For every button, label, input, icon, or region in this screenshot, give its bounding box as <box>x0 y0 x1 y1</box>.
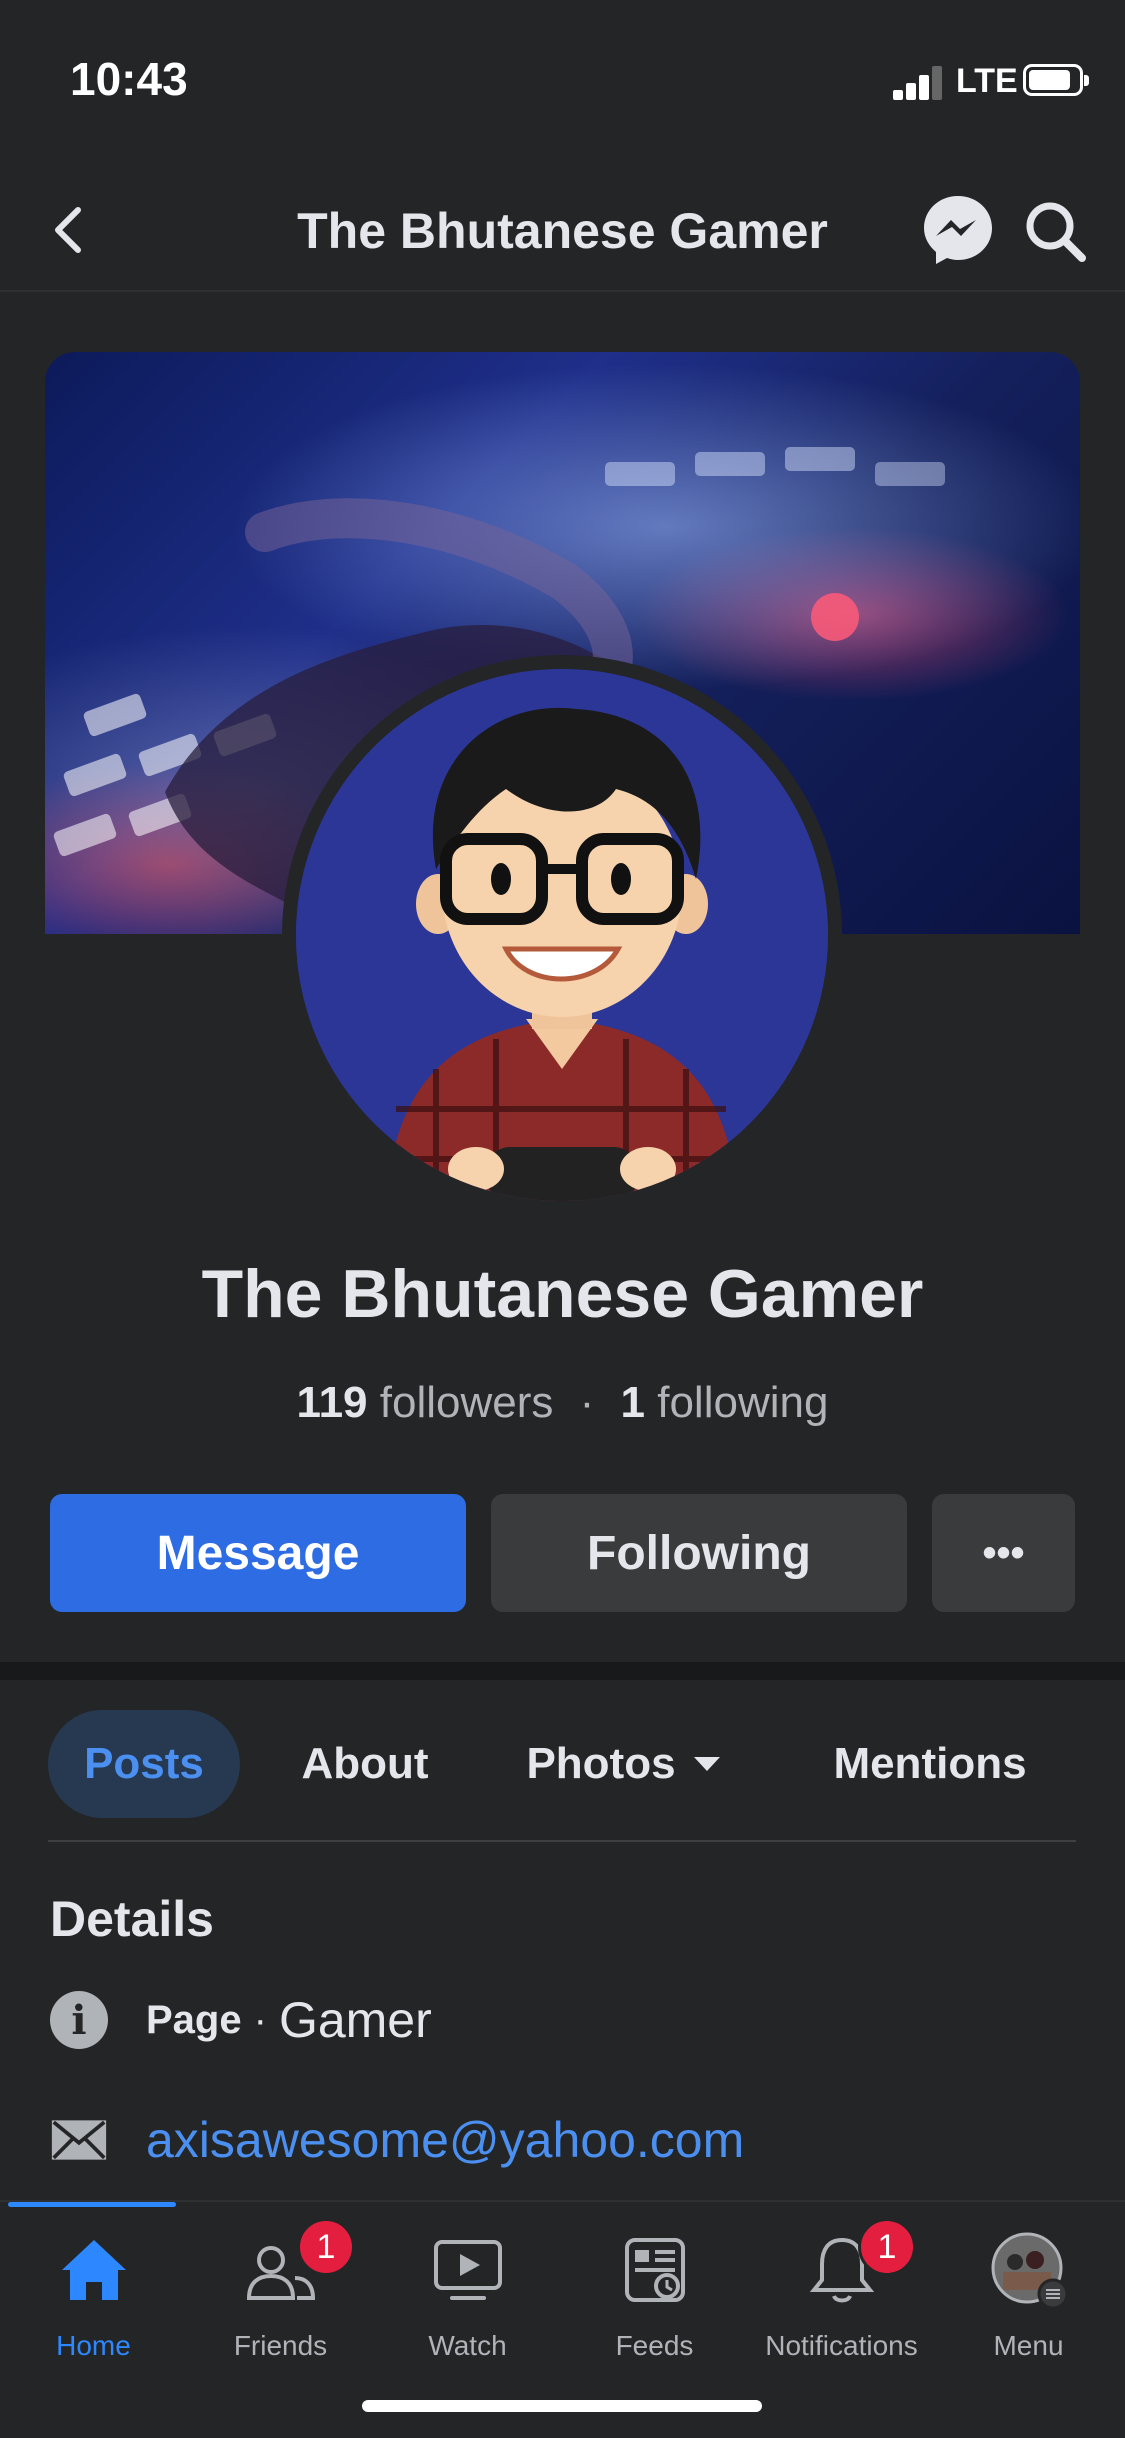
messenger-icon[interactable] <box>920 192 996 268</box>
detail-category-row: i Page · Gamer <box>50 1985 432 2055</box>
menu-avatar-icon <box>991 2232 1067 2308</box>
feeds-icon <box>624 2238 685 2302</box>
tab-photos-label: Photos <box>526 1739 676 1788</box>
home-indicator <box>362 2400 762 2412</box>
followers-label[interactable]: followers <box>380 1378 554 1427</box>
friends-badge: 1 <box>297 2218 355 2276</box>
battery-icon <box>1023 64 1089 96</box>
network-type: LTE <box>956 62 1018 100</box>
message-button[interactable]: Message <box>50 1494 466 1612</box>
tab-posts[interactable]: Posts <box>48 1710 240 1818</box>
nav-home[interactable]: Home <box>0 2232 187 2372</box>
tab-mentions[interactable]: Mentions <box>810 1710 1050 1818</box>
gamer-cartoon-avatar <box>296 669 828 1201</box>
follow-separator: · <box>579 1378 595 1427</box>
active-tab-indicator <box>8 2202 176 2207</box>
section-divider <box>0 1662 1125 1680</box>
search-icon[interactable] <box>1020 196 1090 266</box>
nav-menu[interactable]: Menu <box>935 2232 1122 2372</box>
top-navigation: The Bhutanese Gamer <box>0 170 1125 292</box>
profile-avatar[interactable] <box>296 669 828 1201</box>
followers-count[interactable]: 119 <box>297 1378 368 1427</box>
following-label[interactable]: following <box>657 1378 828 1427</box>
home-icon <box>61 2240 126 2300</box>
nav-notifications-label: Notifications <box>765 2330 918 2361</box>
nav-menu-label: Menu <box>993 2330 1064 2361</box>
status-bar: 10:43 LTE <box>0 0 1125 150</box>
tab-photos[interactable]: Photos <box>510 1710 740 1818</box>
nav-friends-label: Friends <box>233 2330 328 2361</box>
battery-level <box>1029 70 1070 90</box>
detail-category-value: Gamer <box>278 1992 432 2048</box>
following-button[interactable]: Following <box>491 1494 907 1612</box>
signal-icon <box>893 66 943 100</box>
tabs-divider <box>48 1840 1076 1842</box>
status-time: 10:43 <box>70 53 188 105</box>
nav-feeds[interactable]: Feeds <box>561 2232 748 2372</box>
details-heading: Details <box>50 1891 214 1947</box>
notifications-badge: 1 <box>858 2218 916 2276</box>
watch-icon <box>433 2240 502 2300</box>
detail-separator: · <box>253 1997 267 2042</box>
more-options-button[interactable]: ••• <box>932 1494 1075 1612</box>
profile-tabs: Posts About Photos Mentions <box>0 1710 1125 1820</box>
detail-category-label: Page <box>146 1997 242 2042</box>
nav-watch[interactable]: Watch <box>374 2232 561 2372</box>
nav-watch-label: Watch <box>428 2330 507 2361</box>
email-link[interactable]: axisawesome@yahoo.com <box>146 2111 744 2169</box>
profile-name: The Bhutanese Gamer <box>201 1256 924 1332</box>
envelope-icon <box>51 2120 107 2160</box>
following-count[interactable]: 1 <box>621 1378 645 1427</box>
follow-stats: 119 followers · 1 following <box>0 1378 1125 1428</box>
tab-about[interactable]: About <box>280 1710 450 1818</box>
nav-home-label: Home <box>56 2330 131 2361</box>
info-icon: i <box>50 1991 108 2049</box>
nav-friends[interactable]: 1 Friends <box>187 2218 374 2372</box>
nav-feeds-label: Feeds <box>615 2330 694 2361</box>
nav-notifications[interactable]: 1 Notifications <box>748 2218 935 2372</box>
caret-down-icon <box>693 1757 720 1771</box>
detail-email-row: axisawesome@yahoo.com <box>50 2105 744 2175</box>
